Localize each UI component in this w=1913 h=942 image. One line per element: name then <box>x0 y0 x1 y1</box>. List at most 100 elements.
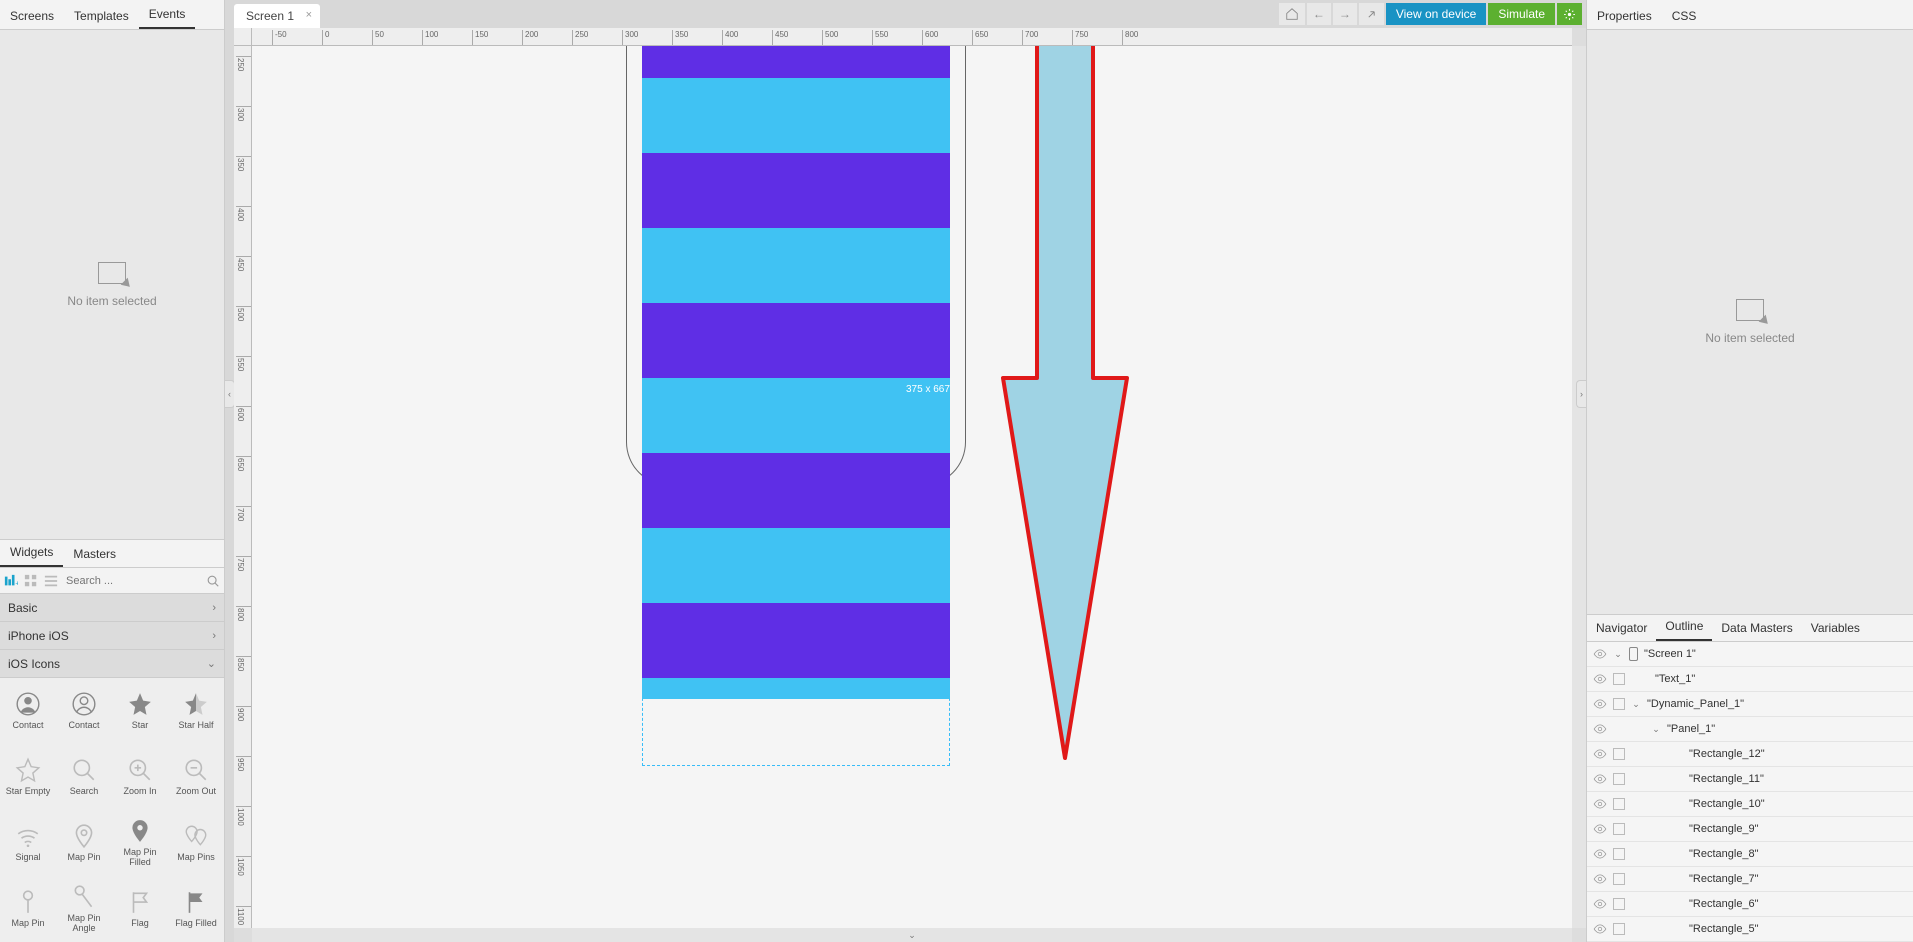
visibility-icon[interactable] <box>1593 747 1607 761</box>
ruler-vertical[interactable]: 2503003504004505005506006507007508008509… <box>234 46 252 928</box>
outline-item-rect-12[interactable]: "Rectangle_12" <box>1587 742 1913 767</box>
widget-contact-2[interactable]: Contact <box>56 678 112 744</box>
rectangle[interactable] <box>642 528 950 603</box>
widget-map-pin-angle[interactable]: Map Pin Angle <box>56 876 112 942</box>
outline-item-rect-5[interactable]: "Rectangle_5" <box>1587 917 1913 942</box>
search-icon[interactable] <box>206 574 220 588</box>
lock-toggle[interactable] <box>1613 773 1625 785</box>
outline-item-panel[interactable]: ⌄ "Panel_1" <box>1587 717 1913 742</box>
rectangle[interactable] <box>642 603 950 678</box>
visibility-icon[interactable] <box>1593 647 1607 661</box>
canvas-scrollbar-v[interactable] <box>1572 46 1586 928</box>
visibility-icon[interactable] <box>1593 897 1607 911</box>
visibility-icon[interactable] <box>1593 697 1607 711</box>
forward-button[interactable]: → <box>1333 3 1357 25</box>
ruler-horizontal[interactable]: -500501001502002503003504004505005506006… <box>252 28 1572 46</box>
lock-toggle[interactable] <box>1613 823 1625 835</box>
popout-button[interactable] <box>1359 3 1384 25</box>
rectangle[interactable] <box>642 453 950 528</box>
view-grid-icon[interactable] <box>24 574 38 588</box>
tab-css[interactable]: CSS <box>1662 3 1707 29</box>
widget-flag-filled[interactable]: Flag Filled <box>168 876 224 942</box>
visibility-icon[interactable] <box>1593 722 1607 736</box>
tab-widgets[interactable]: Widgets <box>0 539 63 567</box>
widget-flag[interactable]: Flag <box>112 876 168 942</box>
visibility-icon[interactable] <box>1593 797 1607 811</box>
visibility-icon[interactable] <box>1593 822 1607 836</box>
chevron-down-icon[interactable]: ⌄ <box>1631 699 1641 710</box>
view-on-device-button[interactable]: View on device <box>1386 3 1487 25</box>
canvas-viewport[interactable]: 375 x 667 <box>252 46 1572 928</box>
simulate-button[interactable]: Simulate <box>1488 3 1555 25</box>
outline-item-text[interactable]: "Text_1" <box>1587 667 1913 692</box>
chevron-down-icon[interactable]: ⌄ <box>1613 649 1623 660</box>
rectangle[interactable] <box>642 303 950 378</box>
widget-search[interactable] <box>64 573 200 589</box>
widget-map-pins[interactable]: Map Pins <box>168 810 224 876</box>
widget-map-pin-thumb[interactable]: Map Pin <box>0 876 56 942</box>
stripe-content[interactable] <box>642 46 950 699</box>
rectangle[interactable] <box>642 46 950 78</box>
rectangle[interactable] <box>642 153 950 228</box>
tab-data-masters[interactable]: Data Masters <box>1712 615 1801 641</box>
rectangle[interactable] <box>642 678 950 699</box>
outline-item-rect-7[interactable]: "Rectangle_7" <box>1587 867 1913 892</box>
lock-toggle[interactable] <box>1613 673 1625 685</box>
rectangle[interactable] <box>642 78 950 153</box>
outline-item-rect-6[interactable]: "Rectangle_6" <box>1587 892 1913 917</box>
back-button[interactable]: ← <box>1307 3 1331 25</box>
tab-navigator[interactable]: Navigator <box>1587 615 1656 641</box>
outline-item-rect-9[interactable]: "Rectangle_9" <box>1587 817 1913 842</box>
lock-toggle[interactable] <box>1613 898 1625 910</box>
category-basic[interactable]: Basic › <box>0 594 224 622</box>
outline-item-dynamic-panel[interactable]: ⌄ "Dynamic_Panel_1" <box>1587 692 1913 717</box>
close-icon[interactable]: × <box>306 9 312 21</box>
home-button[interactable] <box>1279 3 1305 25</box>
visibility-icon[interactable] <box>1593 922 1607 936</box>
rectangle[interactable] <box>642 378 950 453</box>
lock-toggle[interactable] <box>1613 748 1625 760</box>
widget-search-input[interactable] <box>64 573 200 589</box>
tab-properties[interactable]: Properties <box>1587 3 1662 29</box>
view-list-icon[interactable] <box>44 574 58 588</box>
visibility-icon[interactable] <box>1593 672 1607 686</box>
widget-star[interactable]: Star <box>112 678 168 744</box>
annotation-arrow-down[interactable] <box>1000 46 1130 762</box>
widget-zoom-out[interactable]: Zoom Out <box>168 744 224 810</box>
canvas[interactable]: -500501001502002503003504004505005506006… <box>234 28 1586 942</box>
widget-contact[interactable]: Contact <box>0 678 56 744</box>
tab-outline[interactable]: Outline <box>1656 613 1712 641</box>
visibility-icon[interactable] <box>1593 847 1607 861</box>
tab-events[interactable]: Events <box>139 1 196 29</box>
widget-star-half[interactable]: Star Half <box>168 678 224 744</box>
category-iphone-ios[interactable]: iPhone iOS › <box>0 622 224 650</box>
right-panel-collapse[interactable]: › <box>1576 380 1586 408</box>
outline-item-rect-11[interactable]: "Rectangle_11" <box>1587 767 1913 792</box>
widget-zoom-in[interactable]: Zoom In <box>112 744 168 810</box>
visibility-icon[interactable] <box>1593 872 1607 886</box>
outline-item-screen[interactable]: ⌄ "Screen 1" <box>1587 642 1913 667</box>
tab-screen-1[interactable]: Screen 1 × <box>234 4 320 28</box>
lock-toggle[interactable] <box>1613 848 1625 860</box>
outline-item-rect-10[interactable]: "Rectangle_10" <box>1587 792 1913 817</box>
widget-signal[interactable]: Signal <box>0 810 56 876</box>
rectangle[interactable] <box>642 228 950 303</box>
widget-star-empty[interactable]: Star Empty <box>0 744 56 810</box>
widget-map-pin[interactable]: Map Pin <box>56 810 112 876</box>
lock-toggle[interactable] <box>1613 873 1625 885</box>
widget-search[interactable]: Search <box>56 744 112 810</box>
lock-toggle[interactable] <box>1613 698 1625 710</box>
visibility-icon[interactable] <box>1593 772 1607 786</box>
simulate-settings-button[interactable] <box>1557 3 1582 25</box>
lock-toggle[interactable] <box>1613 923 1625 935</box>
tab-screens[interactable]: Screens <box>0 3 64 29</box>
outline-item-rect-8[interactable]: "Rectangle_8" <box>1587 842 1913 867</box>
canvas-scrollbar-h[interactable]: ⌄ <box>252 928 1572 942</box>
tab-variables[interactable]: Variables <box>1802 615 1869 641</box>
category-ios-icons[interactable]: iOS Icons ⌄ <box>0 650 224 678</box>
tab-templates[interactable]: Templates <box>64 3 139 29</box>
view-large-icon[interactable]: + <box>4 574 18 588</box>
lock-toggle[interactable] <box>1613 798 1625 810</box>
expand-icon[interactable]: ⌄ <box>908 930 916 941</box>
tab-masters[interactable]: Masters <box>63 541 126 567</box>
